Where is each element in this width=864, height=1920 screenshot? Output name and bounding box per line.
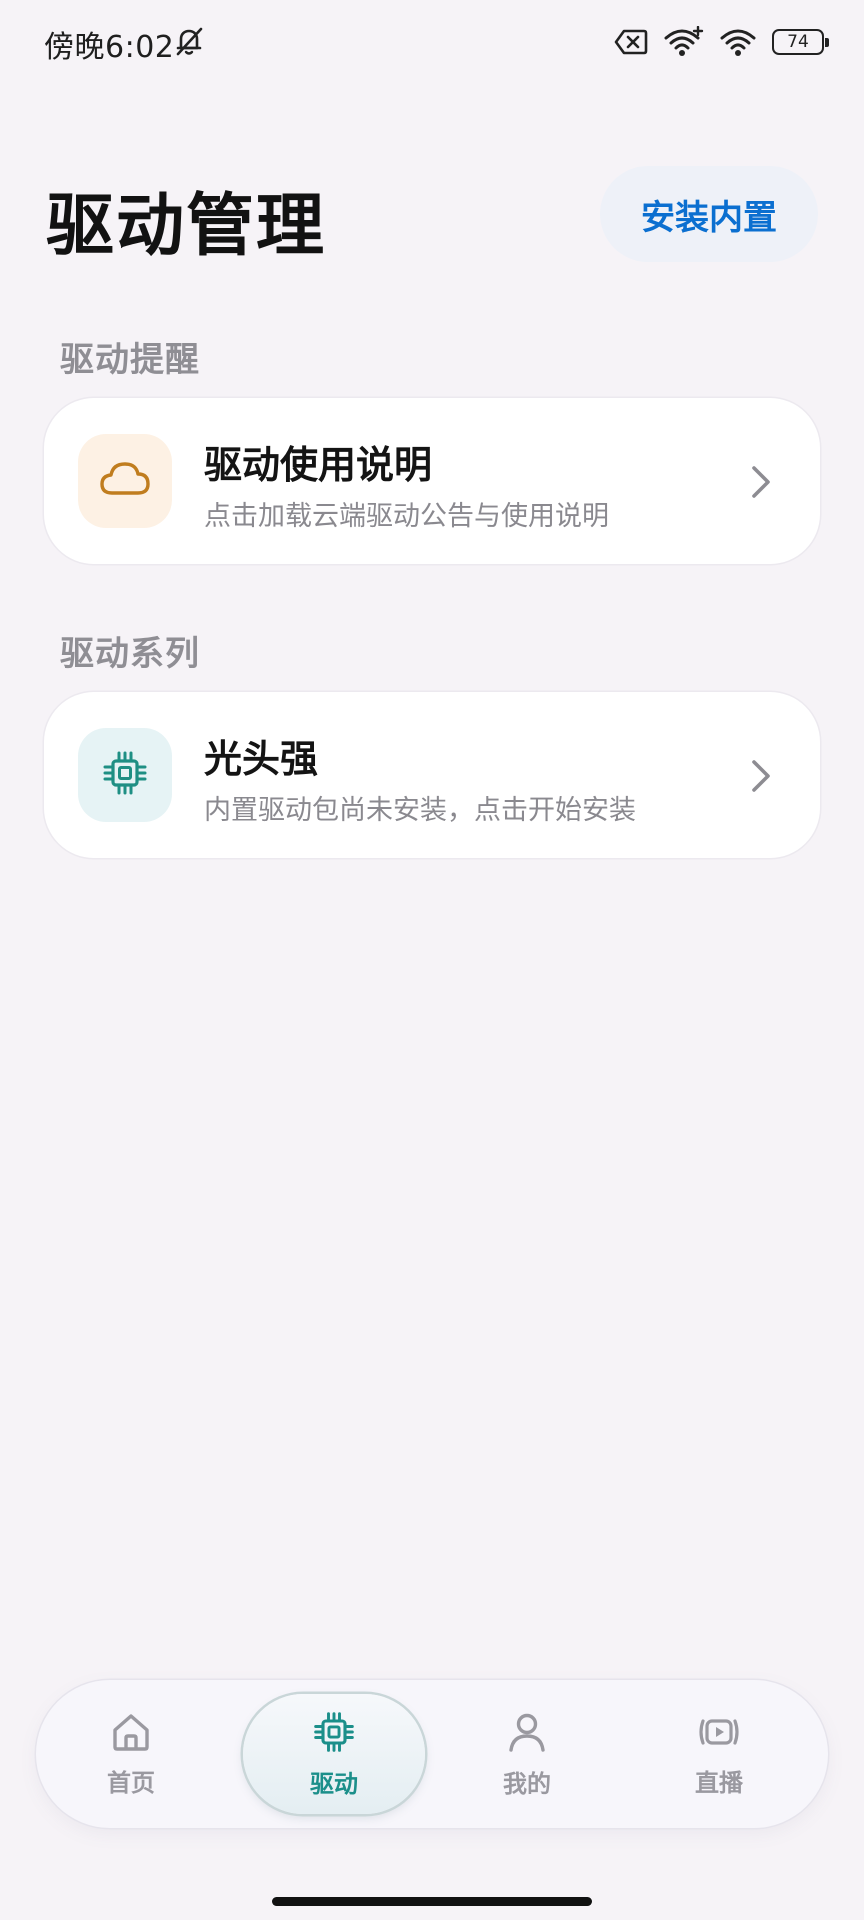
card-driver-guangtouqiang[interactable]: 光头强 内置驱动包尚未安装，点击开始安装 <box>44 692 820 858</box>
status-bar: 傍晚6:02 74 <box>0 0 864 84</box>
cloud-icon-container <box>78 434 172 528</box>
nav-label-live: 直播 <box>695 1768 743 1797</box>
nav-item-profile[interactable]: 我的 <box>432 1680 622 1828</box>
status-time: 傍晚6:02 <box>44 30 175 65</box>
person-icon <box>505 1710 549 1758</box>
card-subtitle: 点击加载云端驱动公告与使用说明 <box>204 501 609 532</box>
page-title: 驱动管理 <box>46 187 327 266</box>
card-driver-instructions[interactable]: 驱动使用说明 点击加载云端驱动公告与使用说明 <box>44 398 820 564</box>
nav-label-home: 首页 <box>107 1768 155 1797</box>
sim-disabled-icon <box>614 28 648 56</box>
nav-item-home[interactable]: 首页 <box>36 1680 226 1828</box>
nav-label-profile: 我的 <box>503 1769 551 1798</box>
nav-label-driver: 驱动 <box>310 1769 358 1798</box>
wifi-plus-icon <box>664 26 704 58</box>
chevron-right-icon <box>740 754 780 798</box>
live-play-icon <box>695 1711 743 1757</box>
home-icon <box>109 1711 153 1757</box>
cloud-icon <box>98 459 152 503</box>
chip-icon <box>101 749 149 801</box>
chip-icon-container <box>78 728 172 822</box>
battery-icon: 74 <box>772 29 829 55</box>
card-subtitle: 内置驱动包尚未安装，点击开始安装 <box>204 795 636 826</box>
card-title: 光头强 <box>204 737 319 781</box>
nav-item-live[interactable]: 直播 <box>624 1680 814 1828</box>
nav-item-driver[interactable]: 驱动 <box>239 1680 429 1828</box>
chevron-right-icon <box>740 460 780 504</box>
install-builtin-button[interactable]: 安装内置 <box>600 166 818 262</box>
wifi-icon <box>720 26 756 58</box>
bell-off-icon <box>172 24 206 58</box>
section-label-series: 驱动系列 <box>60 634 200 674</box>
section-label-reminder: 驱动提醒 <box>60 340 200 380</box>
card-title: 驱动使用说明 <box>204 443 433 487</box>
bottom-nav: 首页 驱动 我的 直播 <box>36 1680 828 1828</box>
status-icons: 74 <box>614 24 829 60</box>
home-indicator[interactable] <box>272 1897 592 1906</box>
battery-level: 74 <box>787 32 809 52</box>
chip-icon <box>312 1710 356 1758</box>
